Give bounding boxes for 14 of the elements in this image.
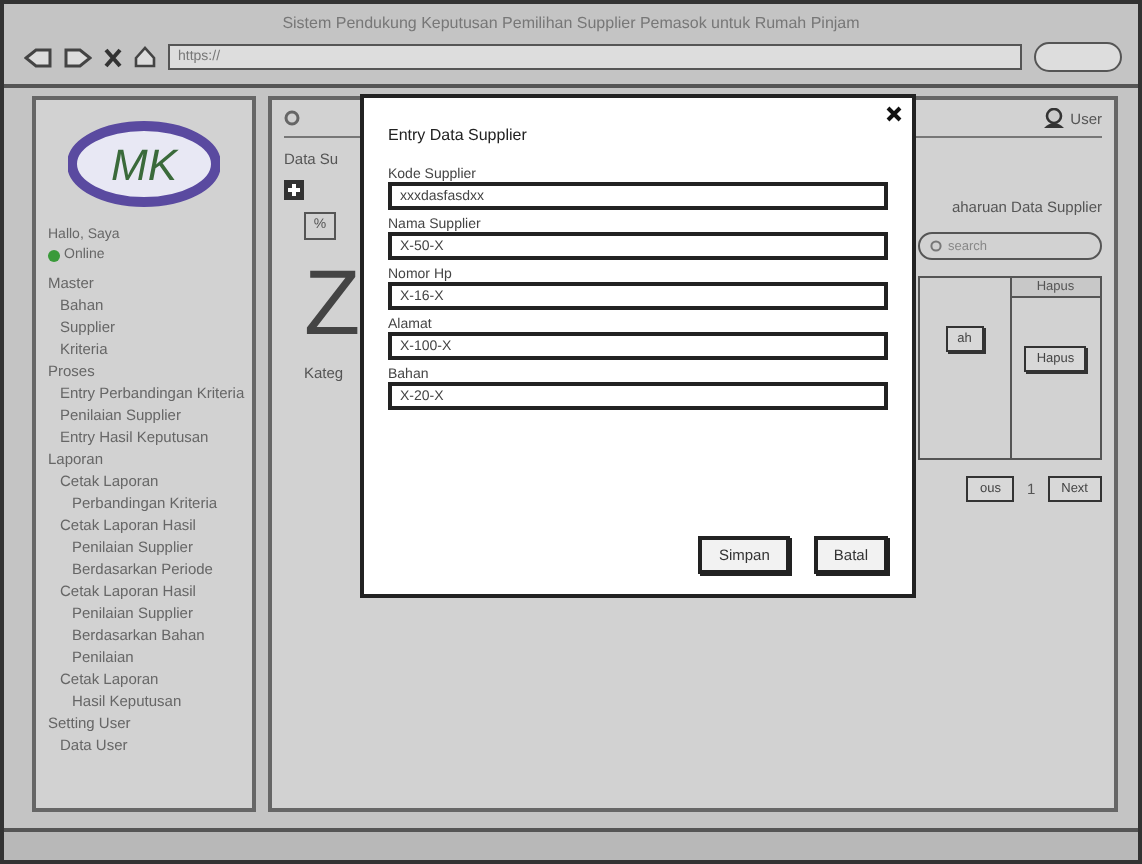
plus-icon[interactable] bbox=[284, 180, 304, 200]
back-icon[interactable] bbox=[24, 47, 52, 67]
home-icon[interactable] bbox=[134, 46, 156, 68]
logo: MK bbox=[68, 120, 220, 208]
search-icon bbox=[930, 240, 942, 252]
forward-icon[interactable] bbox=[64, 47, 92, 67]
big-letter: Z bbox=[304, 252, 363, 352]
close-icon[interactable] bbox=[104, 47, 122, 67]
user-icon[interactable] bbox=[1042, 108, 1067, 128]
search-field[interactable] bbox=[1034, 42, 1122, 72]
close-icon[interactable] bbox=[886, 106, 902, 122]
online-dot-icon bbox=[48, 249, 60, 261]
dialog-title: Entry Data Supplier bbox=[388, 126, 529, 144]
window-title: Sistem Pendukung Keputusan Pemilihan Supplier Pemasok untuk Rumah Pinjam bbox=[280, 12, 862, 36]
